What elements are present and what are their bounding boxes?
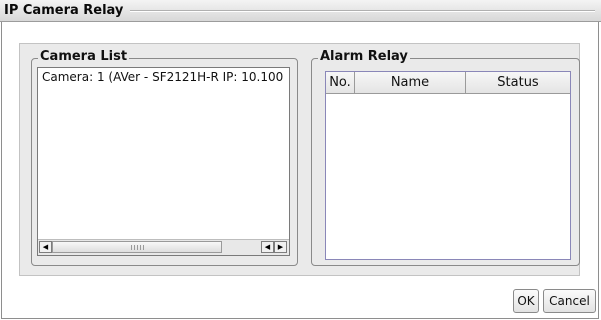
column-header-status[interactable]: Status	[466, 72, 570, 93]
grip-icon	[131, 245, 145, 250]
scroll-left-arrow-icon[interactable]: ◀	[39, 241, 52, 253]
camera-list-legend: Camera List	[38, 49, 130, 64]
title-divider	[130, 10, 595, 12]
column-header-name[interactable]: Name	[355, 72, 466, 93]
alarm-relay-table[interactable]: No. Name Status	[325, 71, 571, 260]
cancel-button[interactable]: Cancel	[543, 289, 596, 313]
horizontal-scrollbar[interactable]: ◀ ◀ ▶	[38, 239, 289, 255]
ok-button[interactable]: OK	[513, 289, 539, 313]
table-header: No. Name Status	[326, 72, 570, 94]
camera-listbox[interactable]: Camera: 1 (AVer - SF2121H-R IP: 10.100 ◀…	[37, 67, 290, 256]
camera-list-item[interactable]: Camera: 1 (AVer - SF2121H-R IP: 10.100	[42, 70, 283, 84]
window-title: IP Camera Relay	[4, 3, 124, 18]
alarm-relay-legend: Alarm Relay	[318, 49, 410, 64]
scroll-left-arrow-icon-2[interactable]: ◀	[261, 241, 274, 253]
title-bar: IP Camera Relay	[0, 0, 601, 22]
scrollbar-thumb[interactable]	[52, 241, 222, 253]
scroll-right-arrow-icon[interactable]: ▶	[274, 241, 287, 253]
column-header-no[interactable]: No.	[326, 72, 355, 93]
